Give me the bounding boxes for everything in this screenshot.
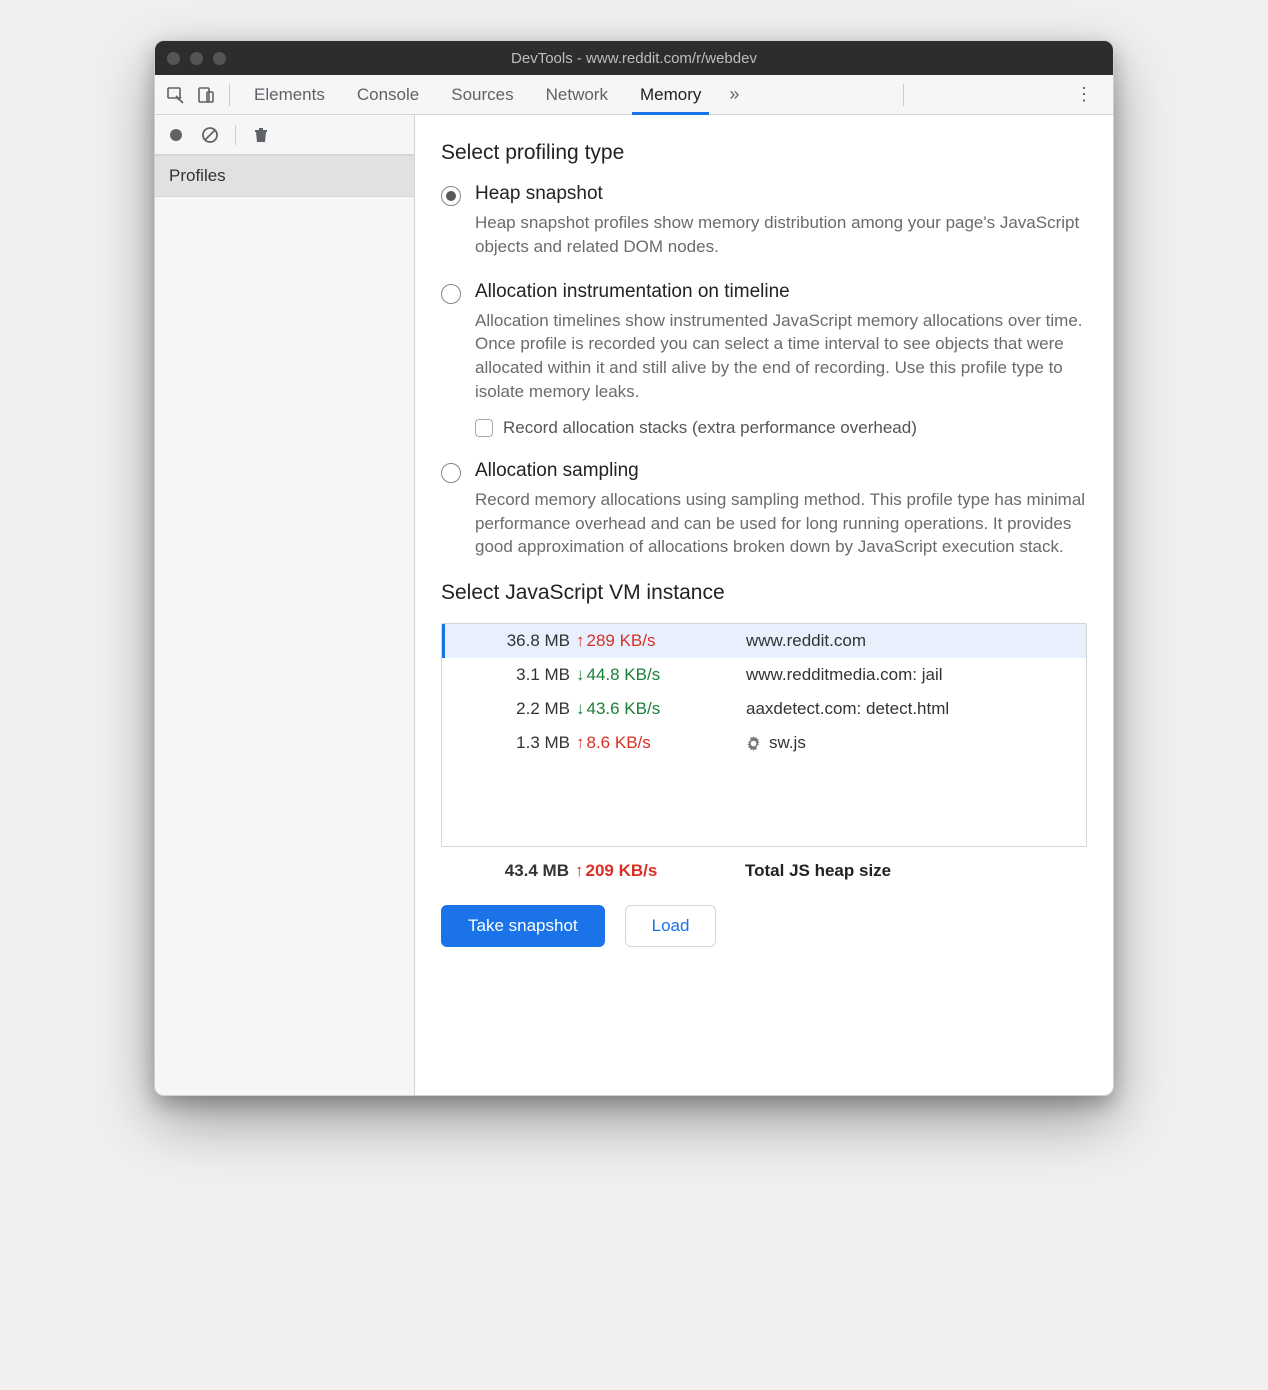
sidebar-item-profiles[interactable]: Profiles bbox=[155, 155, 414, 197]
divider bbox=[229, 84, 230, 106]
total-rate: ↑209 KB/s bbox=[575, 861, 725, 881]
radio-allocation-timeline[interactable] bbox=[441, 284, 461, 304]
totals-row: 43.4 MB ↑209 KB/s Total JS heap size bbox=[441, 847, 1087, 899]
vm-rate: ↑289 KB/s bbox=[576, 631, 726, 651]
option-title: Heap snapshot bbox=[475, 183, 1087, 205]
divider bbox=[903, 84, 904, 106]
worker-icon bbox=[746, 736, 761, 751]
arrow-down-icon: ↓ bbox=[576, 699, 585, 719]
total-label: Total JS heap size bbox=[725, 861, 1073, 881]
vm-instance-row[interactable]: 2.2 MB↓43.6 KB/saaxdetect.com: detect.ht… bbox=[442, 692, 1086, 726]
load-button[interactable]: Load bbox=[625, 905, 717, 947]
vm-instance-table: 36.8 MB↑289 KB/swww.reddit.com3.1 MB↓44.… bbox=[441, 623, 1087, 847]
window-controls bbox=[167, 52, 226, 65]
profiling-type-heading: Select profiling type bbox=[441, 141, 1087, 165]
settings-kebab-icon[interactable]: ⋮ bbox=[1061, 84, 1107, 105]
devtools-tabstrip: Elements Console Sources Network Memory … bbox=[155, 75, 1113, 115]
titlebar: DevTools - www.reddit.com/r/webdev bbox=[155, 41, 1113, 75]
vm-name: aaxdetect.com: detect.html bbox=[726, 699, 1072, 719]
vm-name: www.reddit.com bbox=[726, 631, 1072, 651]
arrow-down-icon: ↓ bbox=[576, 665, 585, 685]
tab-sources[interactable]: Sources bbox=[435, 75, 529, 114]
option-allocation-sampling[interactable]: Allocation sampling Record memory alloca… bbox=[441, 460, 1087, 559]
total-heap-size: 43.4 MB bbox=[455, 861, 575, 881]
vm-rate: ↑8.6 KB/s bbox=[576, 733, 726, 753]
option-desc: Heap snapshot profiles show memory distr… bbox=[475, 211, 1087, 259]
tab-console[interactable]: Console bbox=[341, 75, 435, 114]
tab-elements[interactable]: Elements bbox=[238, 75, 341, 114]
sidebar-toolbar bbox=[155, 115, 414, 155]
radio-allocation-sampling[interactable] bbox=[441, 463, 461, 483]
vm-name: sw.js bbox=[726, 733, 1072, 753]
vm-instance-row[interactable]: 3.1 MB↓44.8 KB/swww.redditmedia.com: jai… bbox=[442, 658, 1086, 692]
record-stacks-label: Record allocation stacks (extra performa… bbox=[503, 418, 917, 438]
option-desc: Record memory allocations using sampling… bbox=[475, 488, 1087, 559]
arrow-up-icon: ↑ bbox=[576, 733, 585, 753]
clear-button[interactable] bbox=[197, 122, 223, 148]
inspect-element-icon[interactable] bbox=[161, 80, 191, 110]
panel-body: Profiles Select profiling type Heap snap… bbox=[155, 115, 1113, 1095]
vm-rate: ↓43.6 KB/s bbox=[576, 699, 726, 719]
record-stacks-row: Record allocation stacks (extra performa… bbox=[475, 418, 1087, 438]
vm-name: www.redditmedia.com: jail bbox=[726, 665, 1072, 685]
option-allocation-timeline[interactable]: Allocation instrumentation on timeline A… bbox=[441, 281, 1087, 438]
record-stacks-checkbox[interactable] bbox=[475, 419, 493, 437]
vm-instance-heading: Select JavaScript VM instance bbox=[441, 581, 1087, 605]
device-toolbar-icon[interactable] bbox=[191, 80, 221, 110]
record-button[interactable] bbox=[163, 122, 189, 148]
table-empty-space bbox=[442, 760, 1086, 846]
zoom-window-button[interactable] bbox=[213, 52, 226, 65]
arrow-up-icon: ↑ bbox=[575, 861, 584, 881]
option-title: Allocation instrumentation on timeline bbox=[475, 281, 1087, 303]
arrow-up-icon: ↑ bbox=[576, 631, 585, 651]
option-desc: Allocation timelines show instrumented J… bbox=[475, 309, 1087, 404]
action-buttons: Take snapshot Load bbox=[441, 905, 1087, 947]
tab-network[interactable]: Network bbox=[530, 75, 624, 114]
tab-memory[interactable]: Memory bbox=[624, 75, 717, 114]
main-panel: Select profiling type Heap snapshot Heap… bbox=[415, 115, 1113, 1095]
minimize-window-button[interactable] bbox=[190, 52, 203, 65]
option-heap-snapshot[interactable]: Heap snapshot Heap snapshot profiles sho… bbox=[441, 183, 1087, 259]
option-title: Allocation sampling bbox=[475, 460, 1087, 482]
radio-heap-snapshot[interactable] bbox=[441, 186, 461, 206]
vm-size: 36.8 MB bbox=[456, 631, 576, 651]
vm-instance-row[interactable]: 36.8 MB↑289 KB/swww.reddit.com bbox=[442, 624, 1086, 658]
divider bbox=[235, 125, 236, 145]
devtools-window: DevTools - www.reddit.com/r/webdev Eleme… bbox=[154, 40, 1114, 1096]
window-title: DevTools - www.reddit.com/r/webdev bbox=[155, 50, 1113, 67]
vm-size: 2.2 MB bbox=[456, 699, 576, 719]
vm-rate: ↓44.8 KB/s bbox=[576, 665, 726, 685]
delete-profile-button[interactable] bbox=[248, 122, 274, 148]
vm-instance-row[interactable]: 1.3 MB↑8.6 KB/ssw.js bbox=[442, 726, 1086, 760]
take-snapshot-button[interactable]: Take snapshot bbox=[441, 905, 605, 947]
tabs-overflow-icon[interactable]: » bbox=[717, 84, 751, 105]
vm-size: 3.1 MB bbox=[456, 665, 576, 685]
close-window-button[interactable] bbox=[167, 52, 180, 65]
sidebar: Profiles bbox=[155, 115, 415, 1095]
vm-size: 1.3 MB bbox=[456, 733, 576, 753]
